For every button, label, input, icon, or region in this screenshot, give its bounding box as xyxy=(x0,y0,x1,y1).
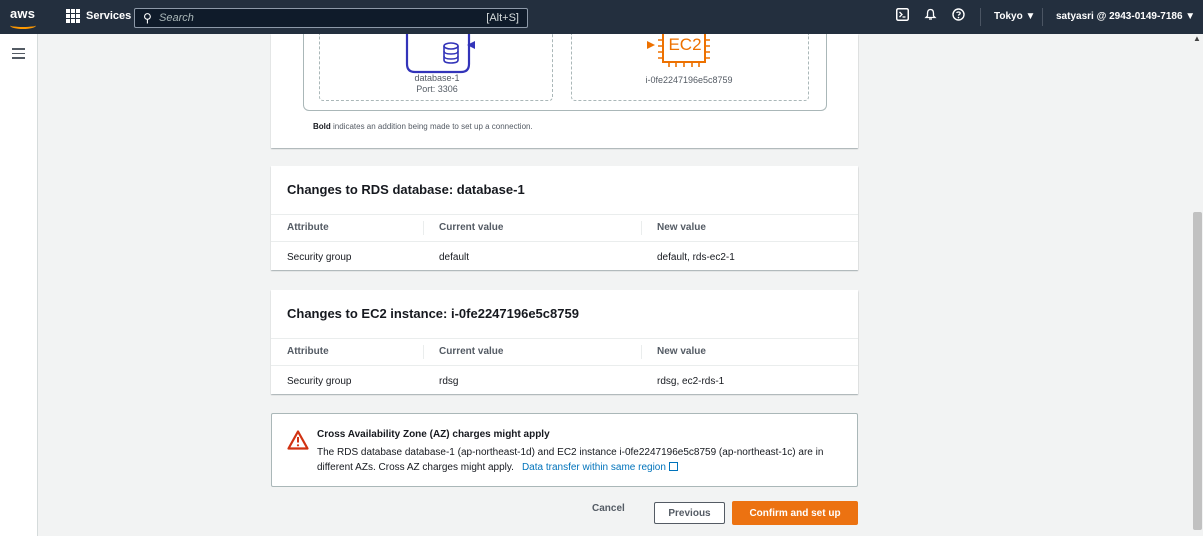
table-cell: Security group xyxy=(287,376,352,387)
table-cell: Security group xyxy=(287,252,352,263)
aws-logo-smile xyxy=(10,22,36,29)
rds-changes-title: Changes to RDS database: database-1 xyxy=(287,182,525,197)
table-cell: default, rds-ec2-1 xyxy=(657,252,735,263)
alert-body: The RDS database database-1 (ap-northeas… xyxy=(317,445,847,475)
col-current: Current value xyxy=(439,346,504,357)
ec2-changes-panel: Changes to EC2 instance: i-0fe2247196e5c… xyxy=(271,290,858,394)
col-current: Current value xyxy=(439,222,504,233)
search-icon: ⚲ xyxy=(143,11,152,25)
search-shortcut: [Alt+S] xyxy=(486,12,519,24)
search-placeholder: Search xyxy=(159,12,194,24)
nav-divider xyxy=(980,8,981,26)
menu-icon[interactable] xyxy=(12,48,25,62)
connection-diagram-panel: database-1 Port: 3306 EC2 i-0fe2247196e5… xyxy=(271,34,858,148)
bell-icon[interactable] xyxy=(921,8,939,26)
help-icon[interactable] xyxy=(949,8,967,26)
connection-arrow xyxy=(467,41,655,49)
bold-legend-text: indicates an addition being made to set … xyxy=(330,122,533,131)
cancel-button[interactable]: Cancel xyxy=(592,503,625,514)
search-input[interactable]: ⚲ Search [Alt+S] xyxy=(134,8,528,28)
data-transfer-link-text: Data transfer within same region xyxy=(521,462,666,473)
ec2-changes-title: Changes to EC2 instance: i-0fe2247196e5c… xyxy=(287,306,579,321)
rds-database-icon xyxy=(405,34,471,74)
ec2-changes-header: Attribute Current value New value xyxy=(271,338,858,366)
rds-db-port: Port: 3306 xyxy=(416,84,458,94)
services-grid-icon xyxy=(66,9,80,23)
col-separator xyxy=(423,345,424,359)
rds-db-name: database-1 xyxy=(414,73,460,83)
rds-changes-panel: Changes to RDS database: database-1 Attr… xyxy=(271,166,858,270)
table-cell: default xyxy=(439,252,470,263)
col-new: New value xyxy=(657,222,706,233)
services-menu-button[interactable]: Services xyxy=(66,9,131,23)
nav-divider xyxy=(1042,8,1043,26)
col-new: New value xyxy=(657,346,706,357)
aws-logo[interactable]: aws xyxy=(10,6,35,21)
scrollbar-thumb[interactable] xyxy=(1193,212,1202,530)
rds-changes-header: Attribute Current value New value xyxy=(271,214,858,242)
data-transfer-link[interactable]: Data transfer within same region xyxy=(522,462,678,473)
cloudshell-icon[interactable] xyxy=(893,8,911,26)
alert-title: Cross Availability Zone (AZ) charges mig… xyxy=(317,429,550,440)
warning-icon xyxy=(287,430,309,450)
side-nav-rail xyxy=(0,34,38,536)
col-separator xyxy=(641,221,642,235)
scroll-up-arrow-icon[interactable]: ▲ xyxy=(1192,34,1202,43)
col-separator xyxy=(641,345,642,359)
previous-button[interactable]: Previous xyxy=(654,502,725,524)
col-separator xyxy=(423,221,424,235)
account-menu[interactable]: satyasri @ 2943-0149-7186 ▼ xyxy=(1056,11,1195,22)
bold-legend-strong: Bold xyxy=(313,122,331,131)
services-label: Services xyxy=(86,10,132,22)
top-nav: aws Services ⚲ Search [Alt+S] Tokyo ▼ sa… xyxy=(0,0,1203,34)
table-cell: rdsg xyxy=(439,376,459,387)
col-attribute: Attribute xyxy=(287,346,329,357)
confirm-and-set-up-button[interactable]: Confirm and set up xyxy=(732,501,858,525)
bold-legend-note: Bold indicates an addition being made to… xyxy=(313,122,533,131)
ec2-instance-id: i-0fe2247196e5c8759 xyxy=(645,75,733,85)
external-link-icon xyxy=(668,462,678,471)
table-cell: rdsg, ec2-rds-1 xyxy=(657,376,725,387)
cross-az-warning-alert: Cross Availability Zone (AZ) charges mig… xyxy=(271,413,858,487)
ec2-label: EC2 xyxy=(668,35,702,54)
region-selector[interactable]: Tokyo ▼ xyxy=(994,11,1035,22)
col-attribute: Attribute xyxy=(287,222,329,233)
